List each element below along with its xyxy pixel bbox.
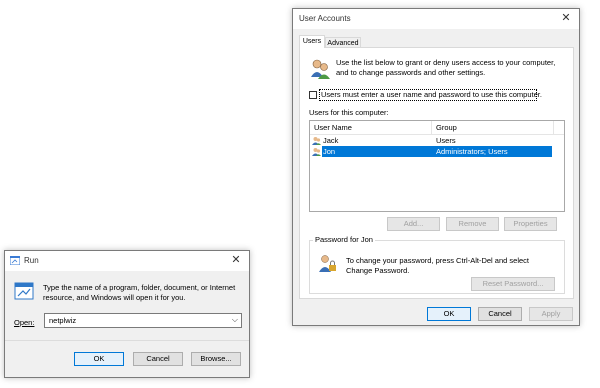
ok-button[interactable]: OK xyxy=(427,307,471,321)
users-tab-panel: Use the list below to grant or deny user… xyxy=(299,47,574,299)
password-instructions: To change your password, press Ctrl-Alt-… xyxy=(346,256,529,275)
browse-button[interactable]: Browse... xyxy=(191,352,241,366)
run-icon xyxy=(10,256,20,265)
window-title: User Accounts xyxy=(299,14,351,23)
properties-button[interactable]: Properties xyxy=(504,217,557,231)
run-dialog: Run ✕ Type the name of a program, folder… xyxy=(4,250,250,378)
title-bar[interactable]: Run ✕ xyxy=(5,251,249,271)
run-description: Type the name of a program, folder, docu… xyxy=(43,283,236,302)
list-item-selected[interactable]: Jon Administrators; Users xyxy=(310,146,564,157)
title-bar[interactable]: User Accounts ✕ xyxy=(293,9,579,29)
run-program-icon xyxy=(14,282,34,300)
require-password-label[interactable]: Users must enter a user name and passwor… xyxy=(321,90,542,100)
user-icon xyxy=(312,148,321,156)
close-icon[interactable]: ✕ xyxy=(559,11,573,25)
password-group-label: Password for Jon xyxy=(313,235,375,244)
column-divider[interactable] xyxy=(431,121,432,134)
apply-button[interactable]: Apply xyxy=(529,307,573,321)
users-list-label: Users for this computer: xyxy=(309,108,389,117)
column-header-user-name[interactable]: User Name xyxy=(314,123,352,132)
reset-password-button[interactable]: Reset Password... xyxy=(471,277,555,291)
user-icon xyxy=(312,137,321,145)
user-password-icon xyxy=(319,255,336,272)
window-title: Run xyxy=(24,256,39,265)
intro-text: Use the list below to grant or deny user… xyxy=(336,58,556,77)
open-label: Open: xyxy=(14,318,35,327)
column-header-group[interactable]: Group xyxy=(436,123,457,132)
users-list[interactable]: User Name Group Jack Users Jon Administr… xyxy=(309,120,565,212)
chevron-down-icon[interactable]: ⌵ xyxy=(232,315,238,325)
list-item[interactable]: Jack Users xyxy=(310,135,564,146)
user-accounts-window: User Accounts ✕ Users Advanced Use the l… xyxy=(292,8,580,326)
list-header: User Name Group xyxy=(310,121,564,135)
remove-user-button[interactable]: Remove xyxy=(446,217,499,231)
user-group: Administrators; Users xyxy=(436,147,508,156)
ok-button[interactable]: OK xyxy=(74,352,124,366)
cancel-button[interactable]: Cancel xyxy=(133,352,183,366)
user-name: Jon xyxy=(323,147,336,156)
require-password-checkbox[interactable] xyxy=(309,91,317,99)
add-user-button[interactable]: Add... xyxy=(387,217,440,231)
open-input[interactable]: netplwiz xyxy=(49,316,76,325)
divider xyxy=(5,340,249,341)
user-name: Jack xyxy=(323,136,339,145)
close-icon[interactable]: ✕ xyxy=(229,253,243,267)
cancel-button[interactable]: Cancel xyxy=(478,307,522,321)
column-divider[interactable] xyxy=(553,121,554,134)
users-icon xyxy=(311,59,330,79)
user-group: Users xyxy=(436,136,456,145)
open-combobox[interactable]: netplwiz ⌵ xyxy=(44,313,242,328)
tab-users[interactable]: Users xyxy=(299,35,325,48)
